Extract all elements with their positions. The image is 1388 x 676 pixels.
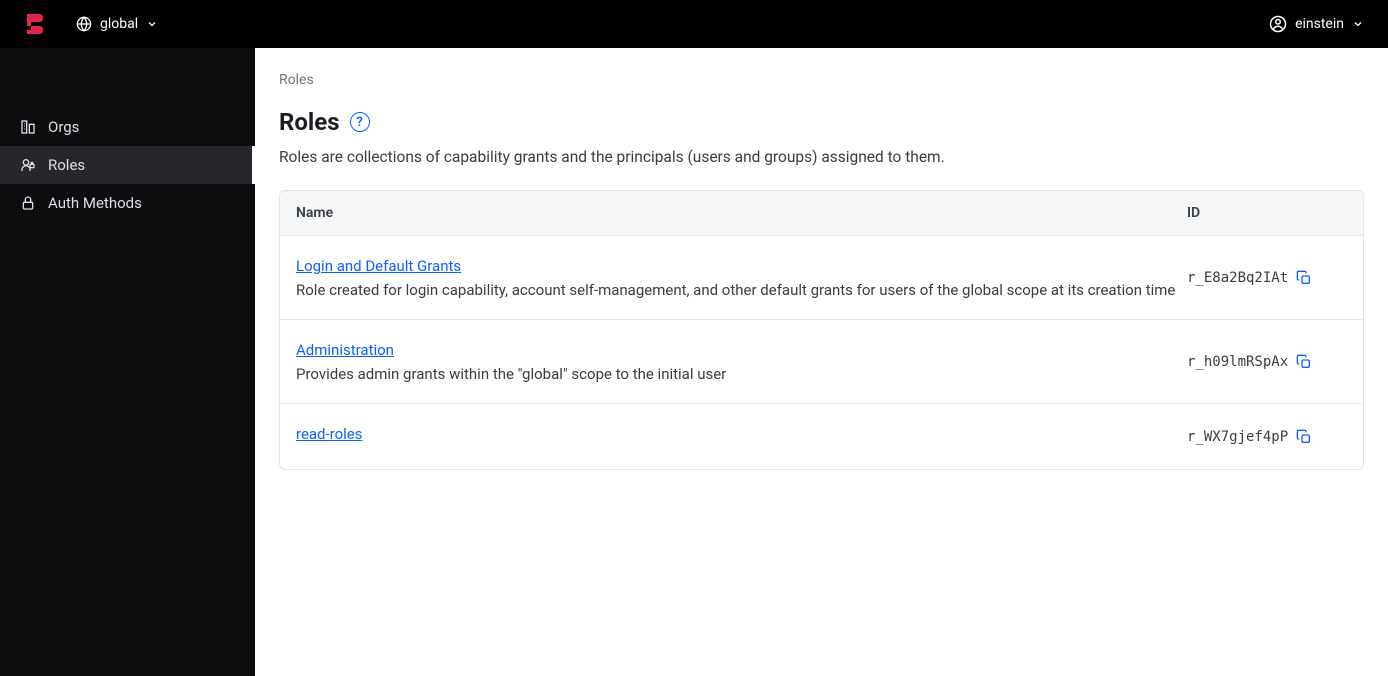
app-logo[interactable] xyxy=(24,12,48,36)
role-id-cell: r_E8a2Bq2IAt xyxy=(1187,270,1347,286)
role-link[interactable]: read-roles xyxy=(296,425,363,443)
sidebar-item-auth-methods[interactable]: Auth Methods xyxy=(0,184,255,222)
sidebar-item-roles[interactable]: Roles xyxy=(0,146,255,184)
globe-icon xyxy=(76,16,92,32)
main-content: Roles Roles ? Roles are collections of c… xyxy=(255,48,1388,676)
role-id-cell: r_WX7gjef4pP xyxy=(1187,429,1347,445)
scope-name: global xyxy=(100,16,138,32)
sidebar-item-label: Roles xyxy=(48,156,85,174)
lock-icon xyxy=(20,195,36,211)
breadcrumb: Roles xyxy=(279,72,1364,88)
sidebar: Orgs Roles Auth Methods xyxy=(0,48,255,676)
roles-icon xyxy=(20,157,36,173)
column-header-name: Name xyxy=(296,205,1187,221)
user-name: einstein xyxy=(1295,16,1344,32)
role-description: Provides admin grants within the "global… xyxy=(296,365,1187,383)
layout: Orgs Roles Auth Methods Roles Roles ? Ro… xyxy=(0,48,1388,676)
sidebar-item-orgs[interactable]: Orgs xyxy=(0,108,255,146)
copy-icon[interactable] xyxy=(1296,429,1312,445)
chevron-down-icon xyxy=(146,18,158,30)
role-name-cell: Login and Default Grants Role created fo… xyxy=(296,256,1187,299)
table-row: Login and Default Grants Role created fo… xyxy=(280,236,1363,320)
copy-icon[interactable] xyxy=(1296,270,1312,286)
table-row: read-roles r_WX7gjef4pP xyxy=(280,404,1363,469)
page-description: Roles are collections of capability gran… xyxy=(279,148,1364,166)
role-link[interactable]: Administration xyxy=(296,341,394,359)
scope-selector[interactable]: global xyxy=(76,16,158,32)
roles-table: Name ID Login and Default Grants Role cr… xyxy=(279,190,1364,470)
orgs-icon xyxy=(20,119,36,135)
role-name-cell: read-roles xyxy=(296,424,1187,449)
role-id-cell: r_h09lmRSpAx xyxy=(1187,354,1347,370)
page-title: Roles xyxy=(279,108,340,136)
chevron-down-icon xyxy=(1352,18,1364,30)
role-id: r_E8a2Bq2IAt xyxy=(1187,270,1288,286)
role-name-cell: Administration Provides admin grants wit… xyxy=(296,340,1187,383)
role-id: r_WX7gjef4pP xyxy=(1187,429,1288,445)
help-icon[interactable]: ? xyxy=(350,112,370,132)
role-description: Role created for login capability, accou… xyxy=(296,281,1187,299)
app-header: global einstein xyxy=(0,0,1388,48)
column-header-id: ID xyxy=(1187,205,1347,221)
header-left: global xyxy=(24,12,158,36)
table-row: Administration Provides admin grants wit… xyxy=(280,320,1363,404)
user-icon xyxy=(1269,15,1287,33)
user-menu[interactable]: einstein xyxy=(1269,15,1364,33)
page-title-row: Roles ? xyxy=(279,108,1364,136)
sidebar-item-label: Orgs xyxy=(48,118,79,136)
role-id: r_h09lmRSpAx xyxy=(1187,354,1288,370)
table-header: Name ID xyxy=(280,191,1363,236)
copy-icon[interactable] xyxy=(1296,354,1312,370)
role-link[interactable]: Login and Default Grants xyxy=(296,257,461,275)
sidebar-item-label: Auth Methods xyxy=(48,194,142,212)
